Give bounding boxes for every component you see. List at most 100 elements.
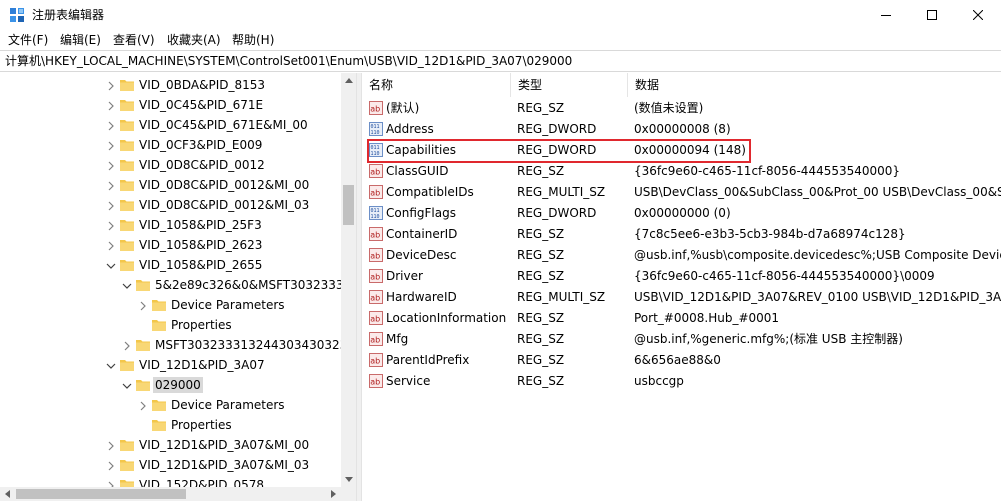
menu-favorites[interactable]: 收藏夹(A) [167,32,221,48]
tree-item[interactable]: VID_12D1&PID_3A07&MI_03 [0,455,341,475]
value-row[interactable]: 011 110 ConfigFlags REG_DWORD 0x00000000 (0) [362,203,1001,224]
column-header-name[interactable]: 名称 [362,73,511,97]
value-data: (数值未设置) [634,101,704,115]
chevron-right-icon[interactable] [106,80,116,91]
tree-item-label: VID_12D1&PID_3A07&MI_00 [139,438,310,452]
folder-icon [119,257,135,273]
tree-item[interactable]: Device Parameters [0,295,341,315]
tree-item[interactable]: VID_0D8C&PID_0012 [0,155,341,175]
svg-text:ab: ab [370,273,380,282]
binary-value-icon: 011 110 [369,143,383,157]
value-data: 0x00000008 (8) [634,122,731,136]
menu-file[interactable]: 文件(F) [8,32,48,48]
hscroll-thumb[interactable] [16,489,186,499]
value-row[interactable]: ab ParentIdPrefix REG_SZ 6&656ae88&0 [362,350,1001,371]
value-row[interactable]: 011 110 Address REG_DWORD 0x00000008 (8) [362,119,1001,140]
tree-item[interactable]: VID_1058&PID_2623 [0,235,341,255]
chevron-right-icon[interactable] [138,300,148,311]
value-data: @usb.inf,%generic.mfg%;(标准 USB 主控制器) [634,332,903,346]
column-header-data[interactable]: 数据 [628,73,1001,97]
value-row[interactable]: ab LocationInformation REG_SZ Port_#0008.Hu… [362,308,1001,329]
value-row[interactable]: ab Service REG_SZ usbccgp [362,371,1001,392]
value-type: REG_DWORD [517,206,597,220]
scroll-left-icon[interactable] [0,487,15,501]
address-path[interactable]: 计算机\HKEY_LOCAL_MACHINE\SYSTEM\ControlSet… [5,54,572,69]
folder-icon [119,237,135,253]
menu-help[interactable]: 帮助(H) [232,32,274,48]
chevron-right-icon[interactable] [106,220,116,231]
chevron-right-icon[interactable] [106,100,116,111]
close-button[interactable] [955,0,1001,30]
tree-item[interactable]: VID_0CF3&PID_E009 [0,135,341,155]
value-row[interactable]: ab (默认) REG_SZ (数值未设置) [362,98,1001,119]
chevron-down-icon[interactable] [106,360,116,370]
chevron-right-icon[interactable] [122,340,132,351]
chevron-right-icon[interactable] [106,180,116,191]
tree-item[interactable]: Properties [0,415,341,435]
svg-text:ab: ab [370,357,380,366]
value-row[interactable]: ab ContainerID REG_SZ {7c8c5ee6-e3b3-5cb3-9… [362,224,1001,245]
key-tree: VID_0BDA&PID_8153 VID_0C45&PID_671E VID_0C… [0,73,356,501]
minimize-button[interactable] [863,0,909,30]
tree-item[interactable]: MSFT3032333132443034303234 [0,335,355,355]
chevron-right-icon[interactable] [106,140,116,151]
chevron-right-icon[interactable] [106,160,116,171]
chevron-right-icon[interactable] [106,120,116,131]
folder-icon [151,297,167,313]
svg-text:110: 110 [371,130,380,136]
scroll-thumb[interactable] [343,185,354,225]
tree-item[interactable]: VID_1058&PID_2655 [0,255,341,275]
menu-view[interactable]: 查看(V) [113,32,155,48]
tree-item[interactable]: VID_12D1&PID_3A07 [0,355,341,375]
value-row[interactable]: ab Driver REG_SZ {36fc9e60-c465-11cf-8056-4… [362,266,1001,287]
chevron-down-icon[interactable] [122,280,132,290]
tree-item[interactable]: VID_0BDA&PID_8153 [0,75,341,95]
tree-item[interactable]: VID_0D8C&PID_0012&MI_00 [0,175,341,195]
chevron-right-icon[interactable] [106,460,116,471]
chevron-down-icon[interactable] [106,260,116,270]
scroll-down-icon[interactable] [341,472,356,487]
chevron-down-icon[interactable] [122,380,132,390]
column-header-type[interactable]: 类型 [511,73,628,97]
value-type: REG_MULTI_SZ [517,185,606,199]
tree-item-label: 5&2e89c326&0&MSFT30323331 [155,278,352,292]
chevron-right-icon[interactable] [106,440,116,451]
value-name: Driver [386,269,423,283]
chevron-right-icon[interactable] [106,200,116,211]
tree-item[interactable]: VID_1058&PID_25F3 [0,215,341,235]
chevron-right-icon[interactable] [138,400,148,411]
value-row[interactable]: ab Mfg REG_SZ @usb.inf,%generic.mfg%;(标准 US… [362,329,1001,350]
scroll-right-icon[interactable] [326,487,341,501]
svg-text:ab: ab [370,336,380,345]
svg-text:ab: ab [370,378,380,387]
folder-icon [119,357,135,373]
value-row[interactable]: ab DeviceDesc REG_SZ @usb.inf,%usb\composit… [362,245,1001,266]
svg-text:110: 110 [371,214,380,220]
minimize-icon [881,15,891,16]
value-type: REG_SZ [517,353,565,367]
tree-item[interactable]: VID_0C45&PID_671E&MI_00 [0,115,341,135]
maximize-button[interactable] [909,0,955,30]
binary-value-icon: 011 110 [369,122,383,136]
chevron-right-icon[interactable] [106,240,116,251]
folder-icon [119,217,135,233]
tree-item[interactable]: 5&2e89c326&0&MSFT30323331 [0,275,351,295]
scroll-up-icon[interactable] [341,73,356,88]
value-data: {36fc9e60-c465-11cf-8056-444553540000} [634,164,901,178]
tree-vertical-scrollbar[interactable] [341,73,356,487]
string-value-icon: ab [369,185,383,199]
tree-horizontal-scrollbar[interactable] [0,487,341,501]
svg-text:ab: ab [370,105,380,114]
tree-item[interactable]: VID_12D1&PID_3A07&MI_00 [0,435,341,455]
value-row[interactable]: ab ClassGUID REG_SZ {36fc9e60-c465-11cf-805… [362,161,1001,182]
value-row[interactable]: ab HardwareID REG_MULTI_SZ USB\VID_12D1&PID… [362,287,1001,308]
tree-item[interactable]: VID_0D8C&PID_0012&MI_03 [0,195,341,215]
menu-edit[interactable]: 编辑(E) [60,32,101,48]
address-bar[interactable]: 计算机\HKEY_LOCAL_MACHINE\SYSTEM\ControlSet… [0,50,1001,72]
value-row[interactable]: 011 110 Capabilities REG_DWORD 0x00000094 (1… [362,140,1001,161]
value-row[interactable]: ab CompatibleIDs REG_MULTI_SZ USB\DevClass_… [362,182,1001,203]
tree-item[interactable]: 029000 [0,375,341,395]
tree-item[interactable]: VID_0C45&PID_671E [0,95,341,115]
tree-item[interactable]: Properties [0,315,341,335]
tree-item[interactable]: Device Parameters [0,395,341,415]
